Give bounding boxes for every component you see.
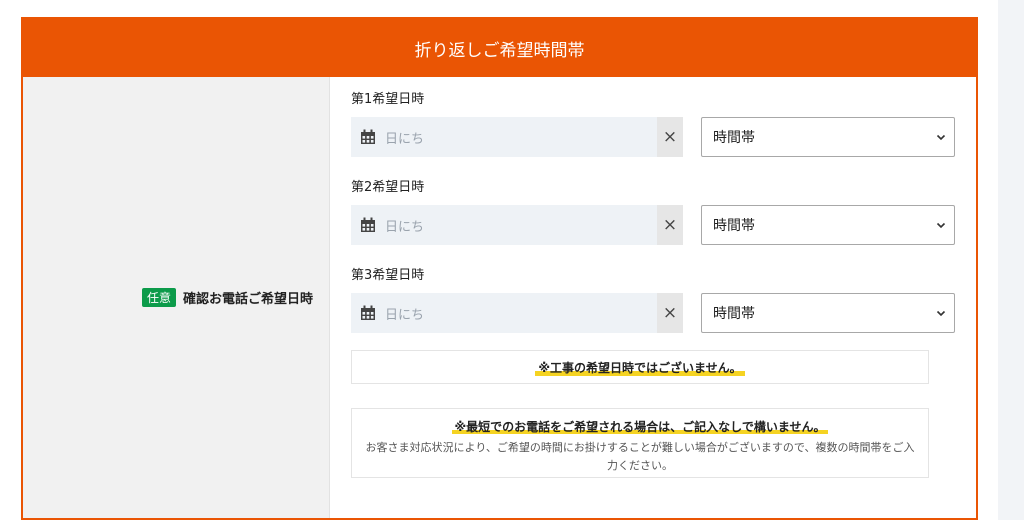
slot-3-date-input[interactable]: 日にち [351, 293, 657, 333]
slot-2-time-select[interactable]: 時間帯 [701, 205, 955, 245]
calendar-icon [361, 129, 375, 144]
section-header: 折り返しご希望時間帯 [23, 19, 976, 77]
note-earliest-call: ※最短でのお電話をご希望される場合は、ご記入なしで構いません。 お客さま対応状況… [351, 408, 929, 478]
note-2-body: お客さま対応状況により、ご希望の時間にお掛けすることが難しい場合がございますので… [365, 441, 915, 472]
field-label-cell: 任意 確認お電話ご希望日時 [23, 77, 330, 518]
field-label: 確認お電話ご希望日時 [182, 292, 313, 307]
slot-3-clear-button[interactable]: × [657, 293, 683, 333]
slot-1-time-value: 時間帯 [713, 130, 755, 146]
slot-2-date-placeholder: 日にち [385, 219, 425, 235]
slot-1-time-select[interactable]: 時間帯 [701, 117, 955, 157]
chevron-down-icon [936, 222, 946, 229]
chevron-down-icon [936, 134, 946, 141]
callback-time-card: 折り返しご希望時間帯 任意 確認お電話ご希望日時 第1希望日時 日にち × 時間… [21, 17, 978, 520]
slot-3-time-value: 時間帯 [713, 306, 755, 322]
section-title: 折り返しご希望時間帯 [414, 40, 585, 61]
chevron-down-icon [936, 310, 946, 317]
slot-1-clear-button[interactable]: × [657, 117, 683, 157]
slot-1-label: 第1希望日時 [351, 92, 425, 107]
slot-3-date-placeholder: 日にち [385, 307, 425, 323]
slot-3-row: 日にち × 時間帯 [351, 293, 955, 333]
slot-1-date-input[interactable]: 日にち [351, 117, 657, 157]
slot-2-date-input[interactable]: 日にち [351, 205, 657, 245]
close-icon: × [662, 215, 678, 235]
slot-2-label: 第2希望日時 [351, 180, 425, 195]
optional-badge: 任意 [141, 288, 176, 307]
field-input-cell: 第1希望日時 日にち × 時間帯 第2希望日時 日にち × 時間帯 第3希望日時… [330, 77, 976, 518]
calendar-icon [361, 217, 375, 232]
slot-2-time-value: 時間帯 [713, 218, 755, 234]
calendar-icon [361, 305, 375, 320]
note-1-text: ※工事の希望日時ではございません。 [535, 358, 745, 376]
slot-1-date-placeholder: 日にち [385, 131, 425, 147]
close-icon: × [662, 303, 678, 323]
form-row: 任意 確認お電話ご希望日時 第1希望日時 日にち × 時間帯 第2希望日時 日に… [23, 77, 976, 520]
note-not-construction-date: ※工事の希望日時ではございません。 [351, 350, 929, 384]
close-icon: × [662, 127, 678, 147]
slot-3-label: 第3希望日時 [351, 268, 425, 283]
slot-3-time-select[interactable]: 時間帯 [701, 293, 955, 333]
slot-2-clear-button[interactable]: × [657, 205, 683, 245]
note-2-title: ※最短でのお電話をご希望される場合は、ご記入なしで構いません。 [451, 420, 829, 434]
slot-1-row: 日にち × 時間帯 [351, 117, 955, 157]
slot-2-row: 日にち × 時間帯 [351, 205, 955, 245]
